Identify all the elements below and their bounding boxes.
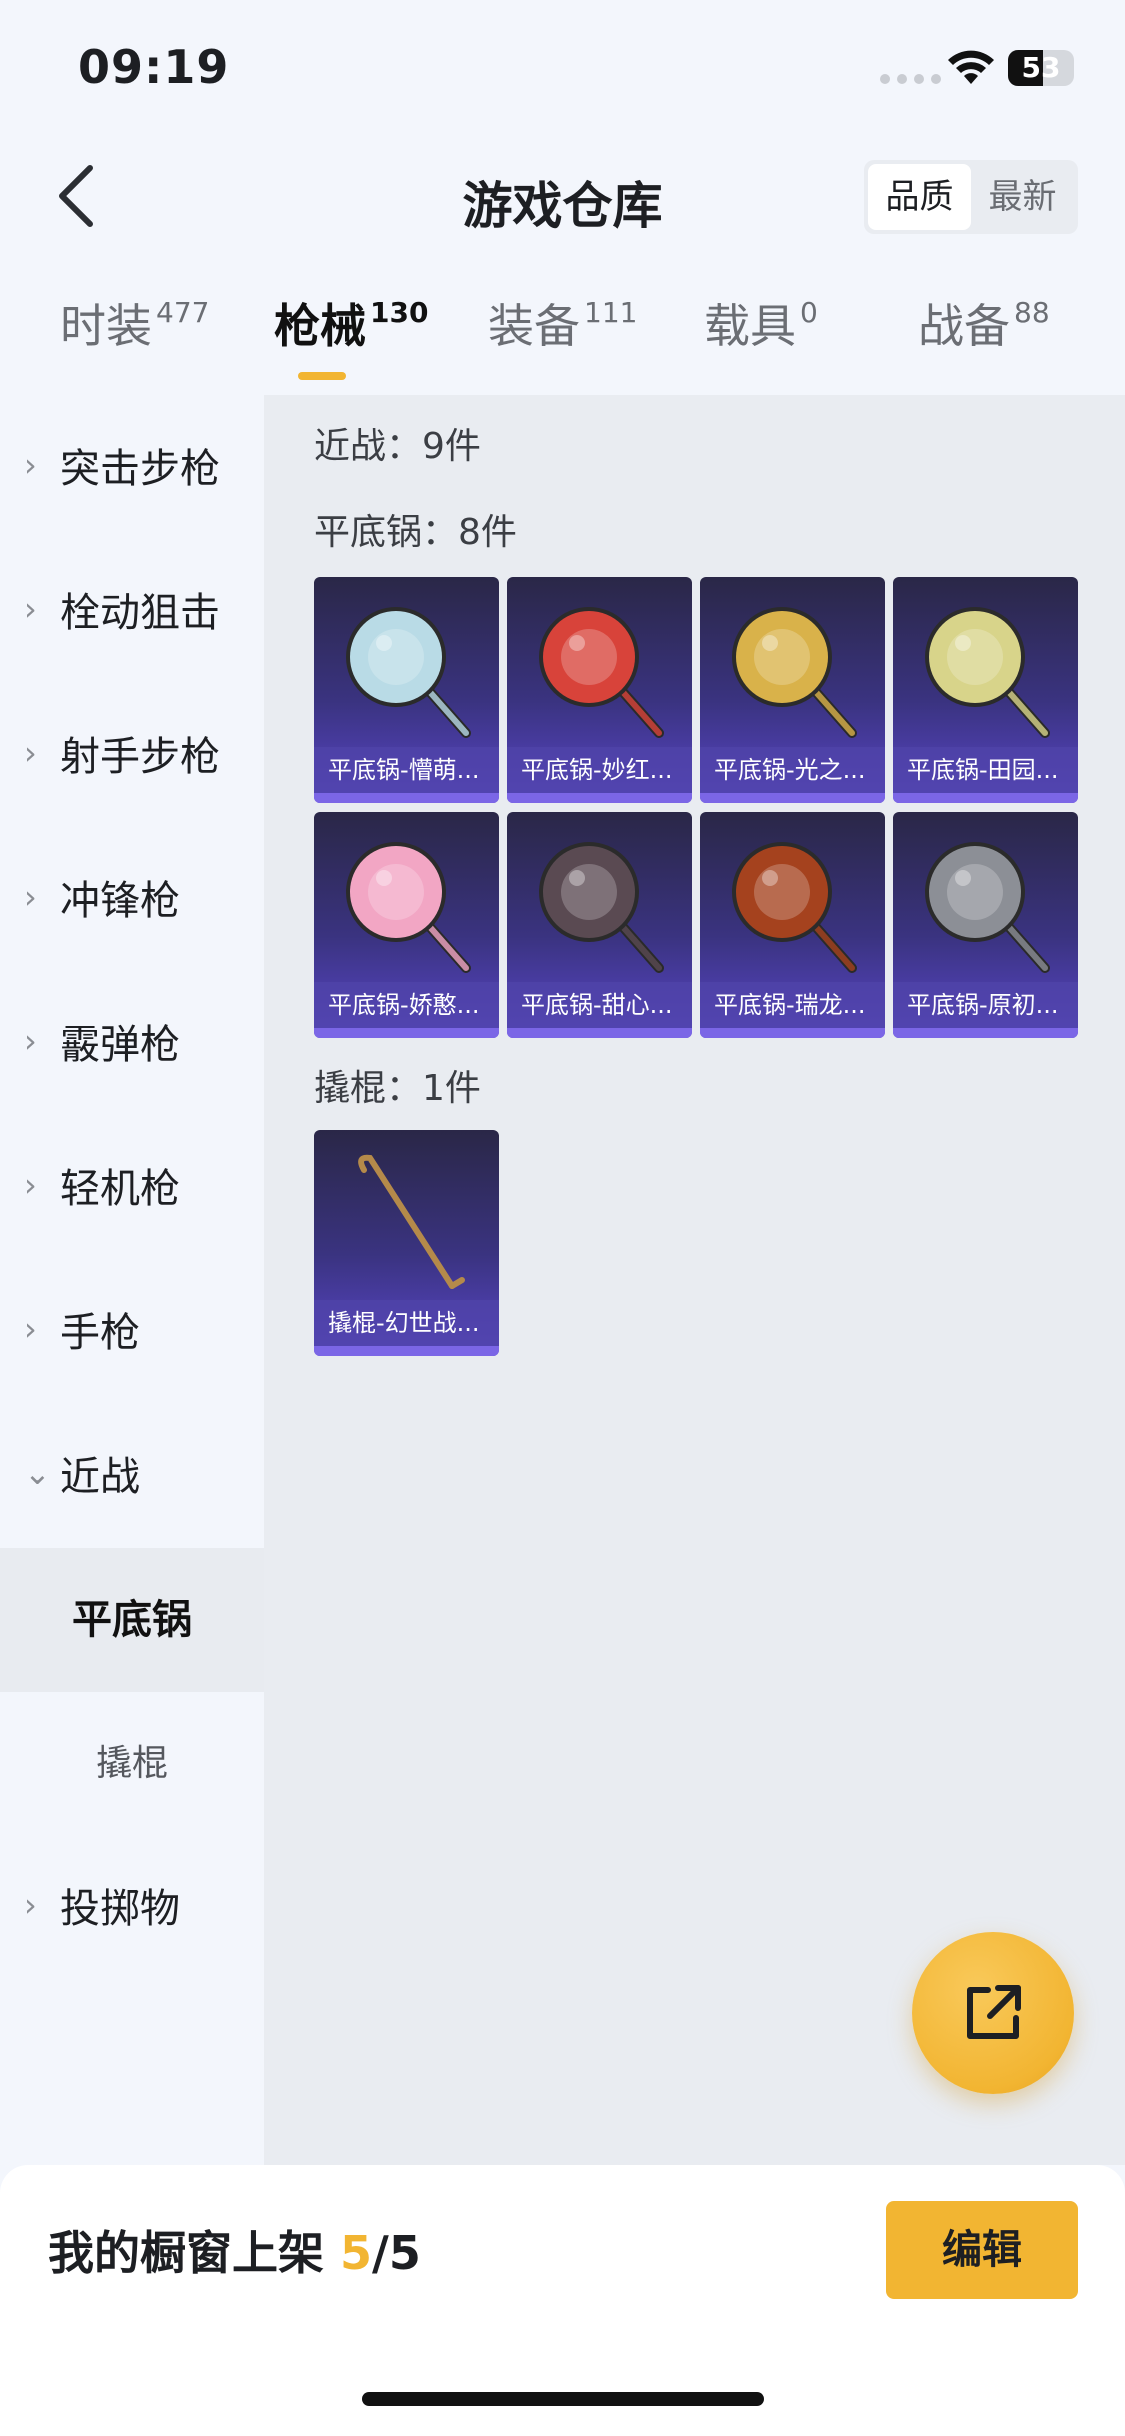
- edit-button[interactable]: 编辑: [886, 2201, 1078, 2299]
- status-bar: 09:19 53: [0, 0, 1125, 140]
- sort-toggle[interactable]: 品质 最新: [864, 160, 1078, 234]
- pan-image: [732, 842, 857, 973]
- item-name: 平底锅-甜心...: [507, 982, 692, 1028]
- sidebar-subitem-crowbar[interactable]: 撬棍: [0, 1692, 264, 1836]
- sidebar-item-pistol[interactable]: › 手枪: [0, 1259, 264, 1399]
- pan-image: [925, 842, 1050, 973]
- pan-image: [925, 607, 1050, 738]
- sidebar-item-marksman-rifle[interactable]: › 射手步枪: [0, 683, 264, 823]
- pan-item-card[interactable]: 平底锅-娇憨...: [314, 812, 499, 1038]
- sidebar-item-label: 投掷物: [60, 1886, 180, 1932]
- pan-image: [539, 607, 664, 738]
- tab-equipment[interactable]: 装备 111: [488, 290, 637, 356]
- tab-count: 0: [800, 296, 818, 329]
- sidebar-item-lmg[interactable]: › 轻机枪: [0, 1115, 264, 1255]
- chevron-down-icon: ⌄: [24, 1454, 51, 1492]
- share-icon: [967, 1985, 1021, 2039]
- sidebar-item-smg[interactable]: › 冲锋枪: [0, 827, 264, 967]
- home-indicator[interactable]: [362, 2392, 764, 2406]
- sort-quality-option[interactable]: 品质: [868, 164, 971, 230]
- pan-image: [732, 607, 857, 738]
- sidebar-item-label: 突击步枪: [60, 446, 220, 492]
- tab-label: 战备: [918, 299, 1010, 353]
- crowbar-section-title: 撬棍：1件: [314, 1068, 481, 1109]
- sidebar-item-label: 轻机枪: [60, 1166, 180, 1212]
- shelf-total-count: /5: [372, 2226, 421, 2280]
- chevron-right-icon: ›: [24, 590, 37, 628]
- tab-count: 130: [370, 296, 429, 329]
- tab-label: 时装: [60, 299, 152, 353]
- tab-vehicles[interactable]: 载具 0: [704, 290, 818, 356]
- pan-image: [346, 842, 471, 973]
- tab-supplies[interactable]: 战备 88: [918, 290, 1050, 356]
- pan-section-title: 平底锅：8件: [314, 512, 517, 553]
- sidebar-subitem-pan[interactable]: 平底锅: [0, 1548, 264, 1692]
- chevron-right-icon: ›: [24, 1886, 37, 1924]
- shelf-current-count: 5: [340, 2226, 373, 2280]
- battery-level: 53: [1021, 51, 1061, 84]
- signal-icon: [880, 74, 941, 84]
- sidebar-item-label: 霰弹枪: [60, 1022, 180, 1068]
- sidebar-item-bolt-sniper[interactable]: › 栓动狙击: [0, 539, 264, 679]
- sidebar: › 突击步枪 › 栓动狙击 › 射手步枪 › 冲锋枪 › 霰弹枪 › 轻机枪 ›…: [0, 395, 264, 2165]
- sidebar-item-throwables[interactable]: › 投掷物: [0, 1835, 264, 1975]
- chevron-right-icon: ›: [24, 446, 37, 484]
- pan-image: [346, 607, 471, 738]
- shelf-status: 我的橱窗上架 5/5: [48, 2217, 421, 2283]
- battery-icon: 53: [1008, 50, 1074, 86]
- item-name: 平底锅-原初...: [893, 982, 1078, 1028]
- chevron-right-icon: ›: [24, 1310, 37, 1348]
- pan-item-card[interactable]: 平底锅-懵萌...: [314, 577, 499, 803]
- sidebar-item-shotgun[interactable]: › 霰弹枪: [0, 971, 264, 1111]
- item-name: 平底锅-懵萌...: [314, 747, 499, 793]
- pan-image: [539, 842, 664, 973]
- item-content: 近战：9件 平底锅：8件 平底锅-懵萌... 平底锅-妙红... 平底锅-光之...…: [264, 395, 1125, 2165]
- melee-summary: 近战：9件: [314, 426, 481, 467]
- item-name: 平底锅-妙红...: [507, 747, 692, 793]
- tab-count: 88: [1014, 296, 1050, 329]
- tab-label: 枪械: [274, 299, 366, 353]
- pan-item-card[interactable]: 平底锅-甜心...: [507, 812, 692, 1038]
- tab-count: 477: [156, 296, 210, 329]
- chevron-right-icon: ›: [24, 1022, 37, 1060]
- sidebar-item-label: 冲锋枪: [60, 878, 180, 924]
- active-tab-indicator: [298, 372, 346, 380]
- shelf-label: 我的橱窗上架: [48, 2226, 324, 2280]
- item-name: 平底锅-娇憨...: [314, 982, 499, 1028]
- pan-item-card[interactable]: 平底锅-妙红...: [507, 577, 692, 803]
- chevron-right-icon: ›: [24, 1166, 37, 1204]
- category-tabs: 时装 477 枪械 130 装备 111 载具 0 战备 88: [0, 290, 1125, 380]
- crowbar-item-card[interactable]: 撬棍-幻世战...: [314, 1130, 499, 1356]
- item-name: 平底锅-光之...: [700, 747, 885, 793]
- item-name: 平底锅-瑞龙...: [700, 982, 885, 1028]
- tab-count: 111: [584, 296, 638, 329]
- status-time: 09:19: [78, 40, 230, 94]
- crowbar-image: [358, 1154, 465, 1289]
- sidebar-item-label: 手枪: [60, 1310, 140, 1356]
- sidebar-item-label: 射手步枪: [60, 734, 220, 780]
- item-name: 平底锅-田园...: [893, 747, 1078, 793]
- tab-label: 载具: [704, 299, 796, 353]
- share-button[interactable]: [912, 1932, 1074, 2094]
- item-name: 撬棍-幻世战...: [314, 1300, 499, 1346]
- tab-label: 装备: [488, 299, 580, 353]
- sidebar-item-label: 近战: [60, 1454, 140, 1500]
- chevron-right-icon: ›: [24, 878, 37, 916]
- pan-item-card[interactable]: 平底锅-瑞龙...: [700, 812, 885, 1038]
- wifi-icon: [948, 50, 994, 84]
- pan-item-card[interactable]: 平底锅-田园...: [893, 577, 1078, 803]
- chevron-right-icon: ›: [24, 734, 37, 772]
- pan-item-card[interactable]: 平底锅-光之...: [700, 577, 885, 803]
- tab-fashion[interactable]: 时装 477: [60, 290, 209, 356]
- sidebar-item-melee[interactable]: ⌄ 近战: [0, 1403, 264, 1543]
- sort-newest-option[interactable]: 最新: [971, 164, 1074, 230]
- tab-guns[interactable]: 枪械 130: [274, 290, 428, 356]
- sidebar-item-assault-rifle[interactable]: › 突击步枪: [0, 395, 264, 535]
- sidebar-item-label: 栓动狙击: [60, 590, 220, 636]
- pan-item-card[interactable]: 平底锅-原初...: [893, 812, 1078, 1038]
